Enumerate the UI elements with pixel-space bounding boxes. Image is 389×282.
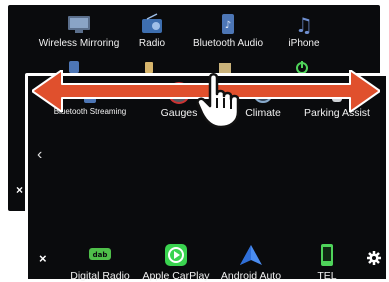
radio-icon <box>142 13 162 33</box>
apple-carplay-icon <box>165 244 187 266</box>
svg-text:♫: ♫ <box>295 13 313 35</box>
previous-page-chevron[interactable]: ‹ <box>37 146 42 164</box>
svg-text:dab: dab <box>93 251 108 259</box>
tel-label: TEL <box>317 270 337 282</box>
android-auto-icon <box>240 245 262 265</box>
digital-radio-icon: dab <box>89 248 111 260</box>
iphone-button[interactable]: ♫ iPhone <box>258 13 350 49</box>
tel-icon <box>321 244 333 266</box>
svg-text:♪: ♪ <box>225 20 231 31</box>
bluetooth-audio-icon: ♪ <box>222 14 234 34</box>
tel-button[interactable]: TEL <box>281 244 373 282</box>
iphone-label: iPhone <box>288 38 320 49</box>
wireless-mirroring-icon <box>68 16 90 33</box>
iphone-music-icon: ♫ <box>295 13 313 35</box>
back-close-button[interactable]: × <box>16 183 23 197</box>
swipe-hand-icon <box>196 73 240 128</box>
front-close-button[interactable]: × <box>39 251 47 266</box>
settings-gear-icon[interactable] <box>367 251 381 265</box>
